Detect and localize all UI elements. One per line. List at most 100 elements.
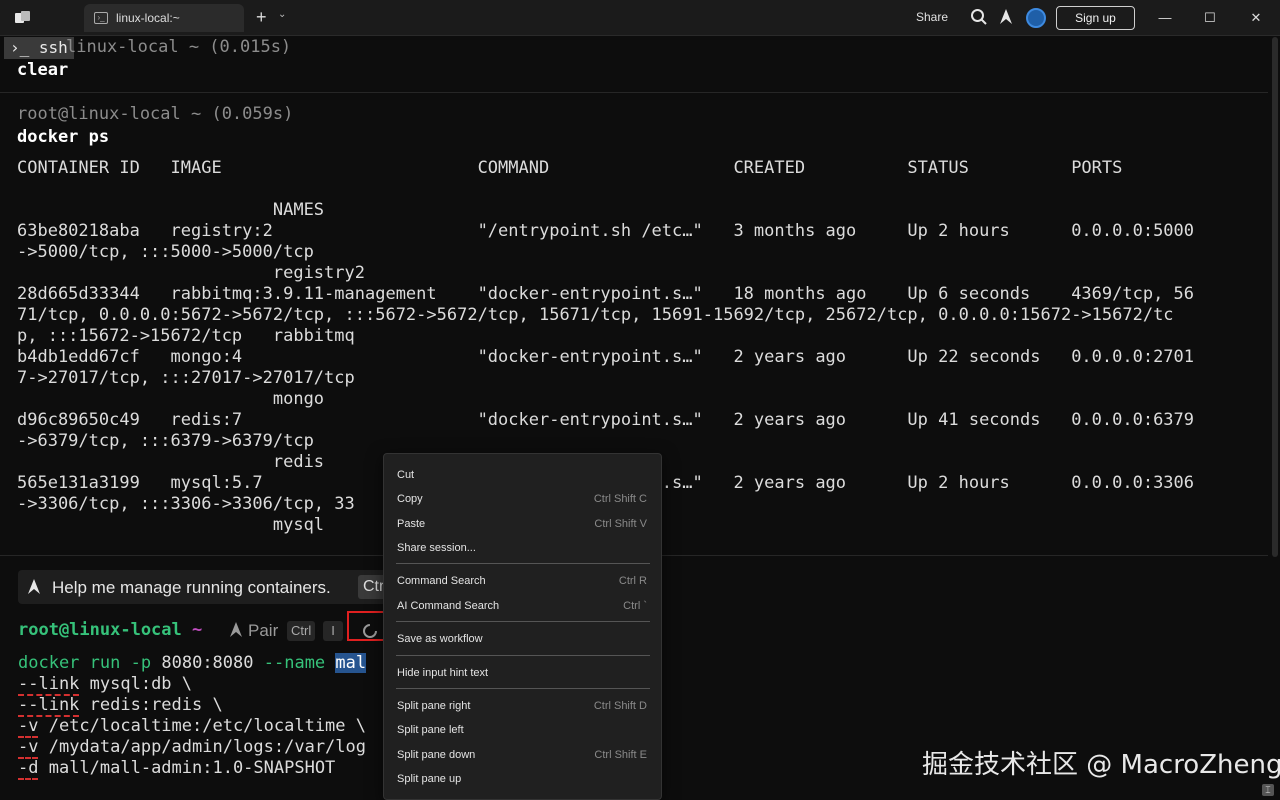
sign-up-button[interactable]: Sign up xyxy=(1056,6,1135,30)
pair-button[interactable]: Pair xyxy=(248,621,278,641)
output-line: p, :::15672->15672/tcp rabbitmq xyxy=(17,326,355,346)
prompt: root@linux-local ~ xyxy=(18,620,202,640)
output-line: redis xyxy=(17,452,325,472)
menu-item-share-session[interactable]: Share session... xyxy=(384,537,661,559)
warp-ai-icon[interactable] xyxy=(998,8,1014,26)
terminal-icon: ›_ xyxy=(94,12,108,24)
cmd-run: run xyxy=(89,653,121,673)
command-input-line[interactable]: --link mysql:db \ xyxy=(18,674,193,696)
ai-hint-bar[interactable]: Help me manage running containers. Ctr xyxy=(18,570,392,604)
cmd-flag: -v xyxy=(18,716,39,738)
output-line: mysql xyxy=(17,515,325,535)
cmd-arg: mysql:db \ xyxy=(79,674,193,694)
menu-item-label: Paste xyxy=(397,518,426,530)
block-header: root@linux-local ~ (0.059s) xyxy=(17,104,294,124)
command-input-line[interactable]: -v /etc/localtime:/etc/localtime \ xyxy=(18,716,366,738)
menu-item-label: Split pane down xyxy=(397,749,476,761)
menu-separator xyxy=(396,688,650,689)
menu-item-shortcut: Ctrl Shift V xyxy=(594,518,647,530)
menu-item-split-pane-right[interactable]: Split pane right Ctrl Shift D xyxy=(384,695,661,717)
menu-item-hide-input-hint-text[interactable]: Hide input hint text xyxy=(384,662,661,684)
output-line: 7->27017/tcp, :::27017->27017/tcp xyxy=(17,368,355,388)
warp-logo-icon[interactable] xyxy=(14,10,32,26)
cmd-flag: --link xyxy=(18,674,80,696)
menu-item-paste[interactable]: Paste Ctrl Shift V xyxy=(384,513,661,535)
cmd-arg: mall/mall-admin:1.0-SNAPSHOT xyxy=(38,758,336,778)
command-input-line[interactable]: -d mall/mall-admin:1.0-SNAPSHOT xyxy=(18,758,336,780)
menu-item-label: Command Search xyxy=(397,575,486,587)
minimize-button[interactable]: — xyxy=(1155,8,1175,28)
watermark: 掘金技术社区 @ MacroZheng xyxy=(922,750,1280,780)
maximize-button[interactable]: ☐ xyxy=(1200,8,1220,28)
cmd-docker: docker xyxy=(18,653,80,673)
menu-item-shortcut: Ctrl Shift C xyxy=(593,493,647,505)
menu-item-label: Split pane up xyxy=(397,773,462,785)
output-line: CONTAINER ID IMAGE COMMAND CREATED STATU… xyxy=(17,158,1123,178)
menu-item-label: Save as workflow xyxy=(397,633,483,645)
scrollbar[interactable] xyxy=(1272,37,1278,557)
menu-item-split-pane-down[interactable]: Split pane down Ctrl Shift E xyxy=(384,744,661,766)
block-command[interactable]: docker ps xyxy=(17,127,109,148)
share-button[interactable]: Share xyxy=(916,10,948,24)
kbd-ctrl: Ctrl xyxy=(287,621,316,641)
output-line: b4db1edd67cf mongo:4 "docker-entrypoint.… xyxy=(17,347,1195,367)
command-input-line[interactable]: -v /mydata/app/admin/logs:/var/log xyxy=(18,737,366,759)
menu-separator xyxy=(396,563,650,564)
menu-item-command-search[interactable]: Command Search Ctrl R xyxy=(384,570,661,592)
block-divider xyxy=(0,92,1268,93)
prompt-chevron-icon: ›_ xyxy=(10,38,30,57)
output-line: mongo xyxy=(17,389,325,409)
output-line: ->3306/tcp, :::3306->3306/tcp, 33 xyxy=(17,494,355,514)
command-input-line[interactable]: --link redis:redis \ xyxy=(18,695,223,717)
menu-item-split-pane-left[interactable]: Split pane left xyxy=(384,719,661,741)
warp-ai-icon xyxy=(26,578,42,596)
menu-item-split-pane-up[interactable]: Split pane up xyxy=(384,768,661,790)
cmd-arg: /etc/localtime:/etc/localtime \ xyxy=(38,716,366,736)
cmd-flag: --link xyxy=(18,695,80,717)
selected-text[interactable]: mal xyxy=(335,653,367,673)
cmd-arg: redis:redis \ xyxy=(79,695,223,715)
kbd-i: I xyxy=(323,621,343,641)
menu-item-label: Split pane right xyxy=(397,700,471,712)
menu-separator xyxy=(396,655,650,656)
output-line: 28d665d33344 rabbitmq:3.9.11-management … xyxy=(17,284,1195,304)
pair-icon[interactable] xyxy=(228,621,244,639)
resize-grip-icon[interactable]: ⌶ xyxy=(1262,784,1274,796)
chevron-down-icon[interactable]: ⌄ xyxy=(278,9,286,20)
prompt-dir: ~ xyxy=(192,620,203,640)
search-icon[interactable] xyxy=(970,8,988,26)
output-line: d96c89650c49 redis:7 "docker-entrypoint.… xyxy=(17,410,1195,430)
tab-title: linux-local:~ xyxy=(116,11,180,25)
output-line: 71/tcp, 0.0.0.0:5672->5672/tcp, :::5672-… xyxy=(17,305,1174,325)
tab-linux-local[interactable]: ›_ linux-local:~ xyxy=(84,4,244,32)
output-line: ->5000/tcp, :::5000->5000/tcp xyxy=(17,242,314,262)
ssh-badge: ›_ ssh xyxy=(4,37,74,59)
cmd-flag: -v xyxy=(18,737,39,759)
output-line: registry2 xyxy=(17,263,365,283)
avatar[interactable] xyxy=(1026,8,1046,28)
block-command[interactable]: clear xyxy=(17,60,68,81)
menu-separator xyxy=(396,621,650,622)
new-tab-button[interactable]: + xyxy=(256,6,267,28)
menu-item-cut[interactable]: Cut xyxy=(384,464,661,486)
menu-item-shortcut: Ctrl Shift E xyxy=(594,749,647,761)
menu-item-ai-command-search[interactable]: AI Command Search Ctrl ` xyxy=(384,595,661,617)
menu-item-label: Share session... xyxy=(397,542,476,554)
command-input-line[interactable]: docker run -p 8080:8080 --name mal xyxy=(18,653,367,674)
close-button[interactable]: ✕ xyxy=(1246,8,1266,28)
menu-item-copy[interactable]: Copy Ctrl Shift C xyxy=(384,488,661,510)
cmd-arg: /mydata/app/admin/logs:/var/log xyxy=(38,737,366,757)
cmd-flag: --name xyxy=(263,653,326,673)
block-header: linux-local ~ (0.015s) xyxy=(66,37,292,57)
prompt-user-host: root@linux-local xyxy=(18,620,182,640)
output-line: NAMES xyxy=(17,200,325,220)
menu-item-save-as-workflow[interactable]: Save as workflow xyxy=(384,628,661,650)
menu-item-label: Copy xyxy=(397,493,423,505)
menu-item-label: AI Command Search xyxy=(397,600,500,612)
context-menu: Cut Copy Ctrl Shift C Paste Ctrl Shift V Shar… xyxy=(383,453,662,800)
title-bar: ›_ linux-local:~ + ⌄ Share Sign up — ☐ ✕ xyxy=(0,0,1280,36)
ai-hint-text: Help me manage running containers. xyxy=(52,578,331,597)
menu-item-label: Hide input hint text xyxy=(397,667,489,679)
menu-item-label: Split pane left xyxy=(397,724,464,736)
menu-item-shortcut: Ctrl ` xyxy=(623,600,647,612)
